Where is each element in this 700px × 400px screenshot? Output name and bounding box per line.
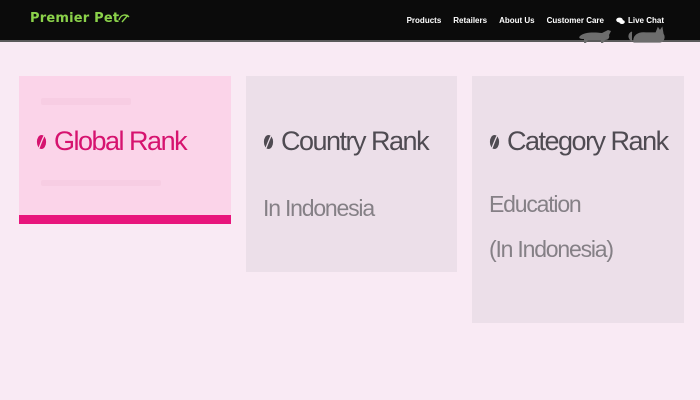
global-rank-accent-bar — [19, 215, 231, 224]
category-rank-title: Category Rank — [489, 126, 669, 157]
leaf-icon — [489, 134, 500, 149]
ghost-placeholder — [41, 98, 131, 105]
country-rank-title: Country Rank — [263, 126, 430, 157]
site-header: Premier Pet Products Retailers About Us … — [0, 0, 700, 43]
category-rank-subtitle: Education (In Indonesia) — [489, 182, 614, 272]
country-rank-card[interactable]: Country Rank In Indonesia — [246, 76, 457, 272]
country-rank-subtitle: In Indonesia — [263, 195, 375, 221]
category-rank-label: Category Rank — [507, 126, 669, 156]
category-region: (In Indonesia) — [489, 236, 614, 262]
country-rank-label: Country Rank — [281, 126, 430, 156]
ghost-placeholder — [41, 180, 161, 186]
global-rank-label: Global Rank — [54, 126, 188, 156]
nav-about-us[interactable]: About Us — [499, 16, 535, 25]
nav-products[interactable]: Products — [407, 16, 442, 25]
global-rank-title: Global Rank — [36, 126, 188, 157]
leaf-icon — [36, 134, 47, 149]
nav-retailers[interactable]: Retailers — [453, 16, 487, 25]
leaf-icon — [263, 134, 274, 149]
category-rank-card[interactable]: Category Rank Education (In Indonesia) — [472, 76, 684, 323]
category-name: Education — [489, 191, 582, 217]
brand-logo[interactable]: Premier Pet — [30, 11, 119, 26]
pet-silhouettes-icon — [579, 26, 665, 43]
logo-swirl-icon — [118, 14, 130, 23]
global-rank-card[interactable]: Global Rank — [19, 76, 231, 224]
